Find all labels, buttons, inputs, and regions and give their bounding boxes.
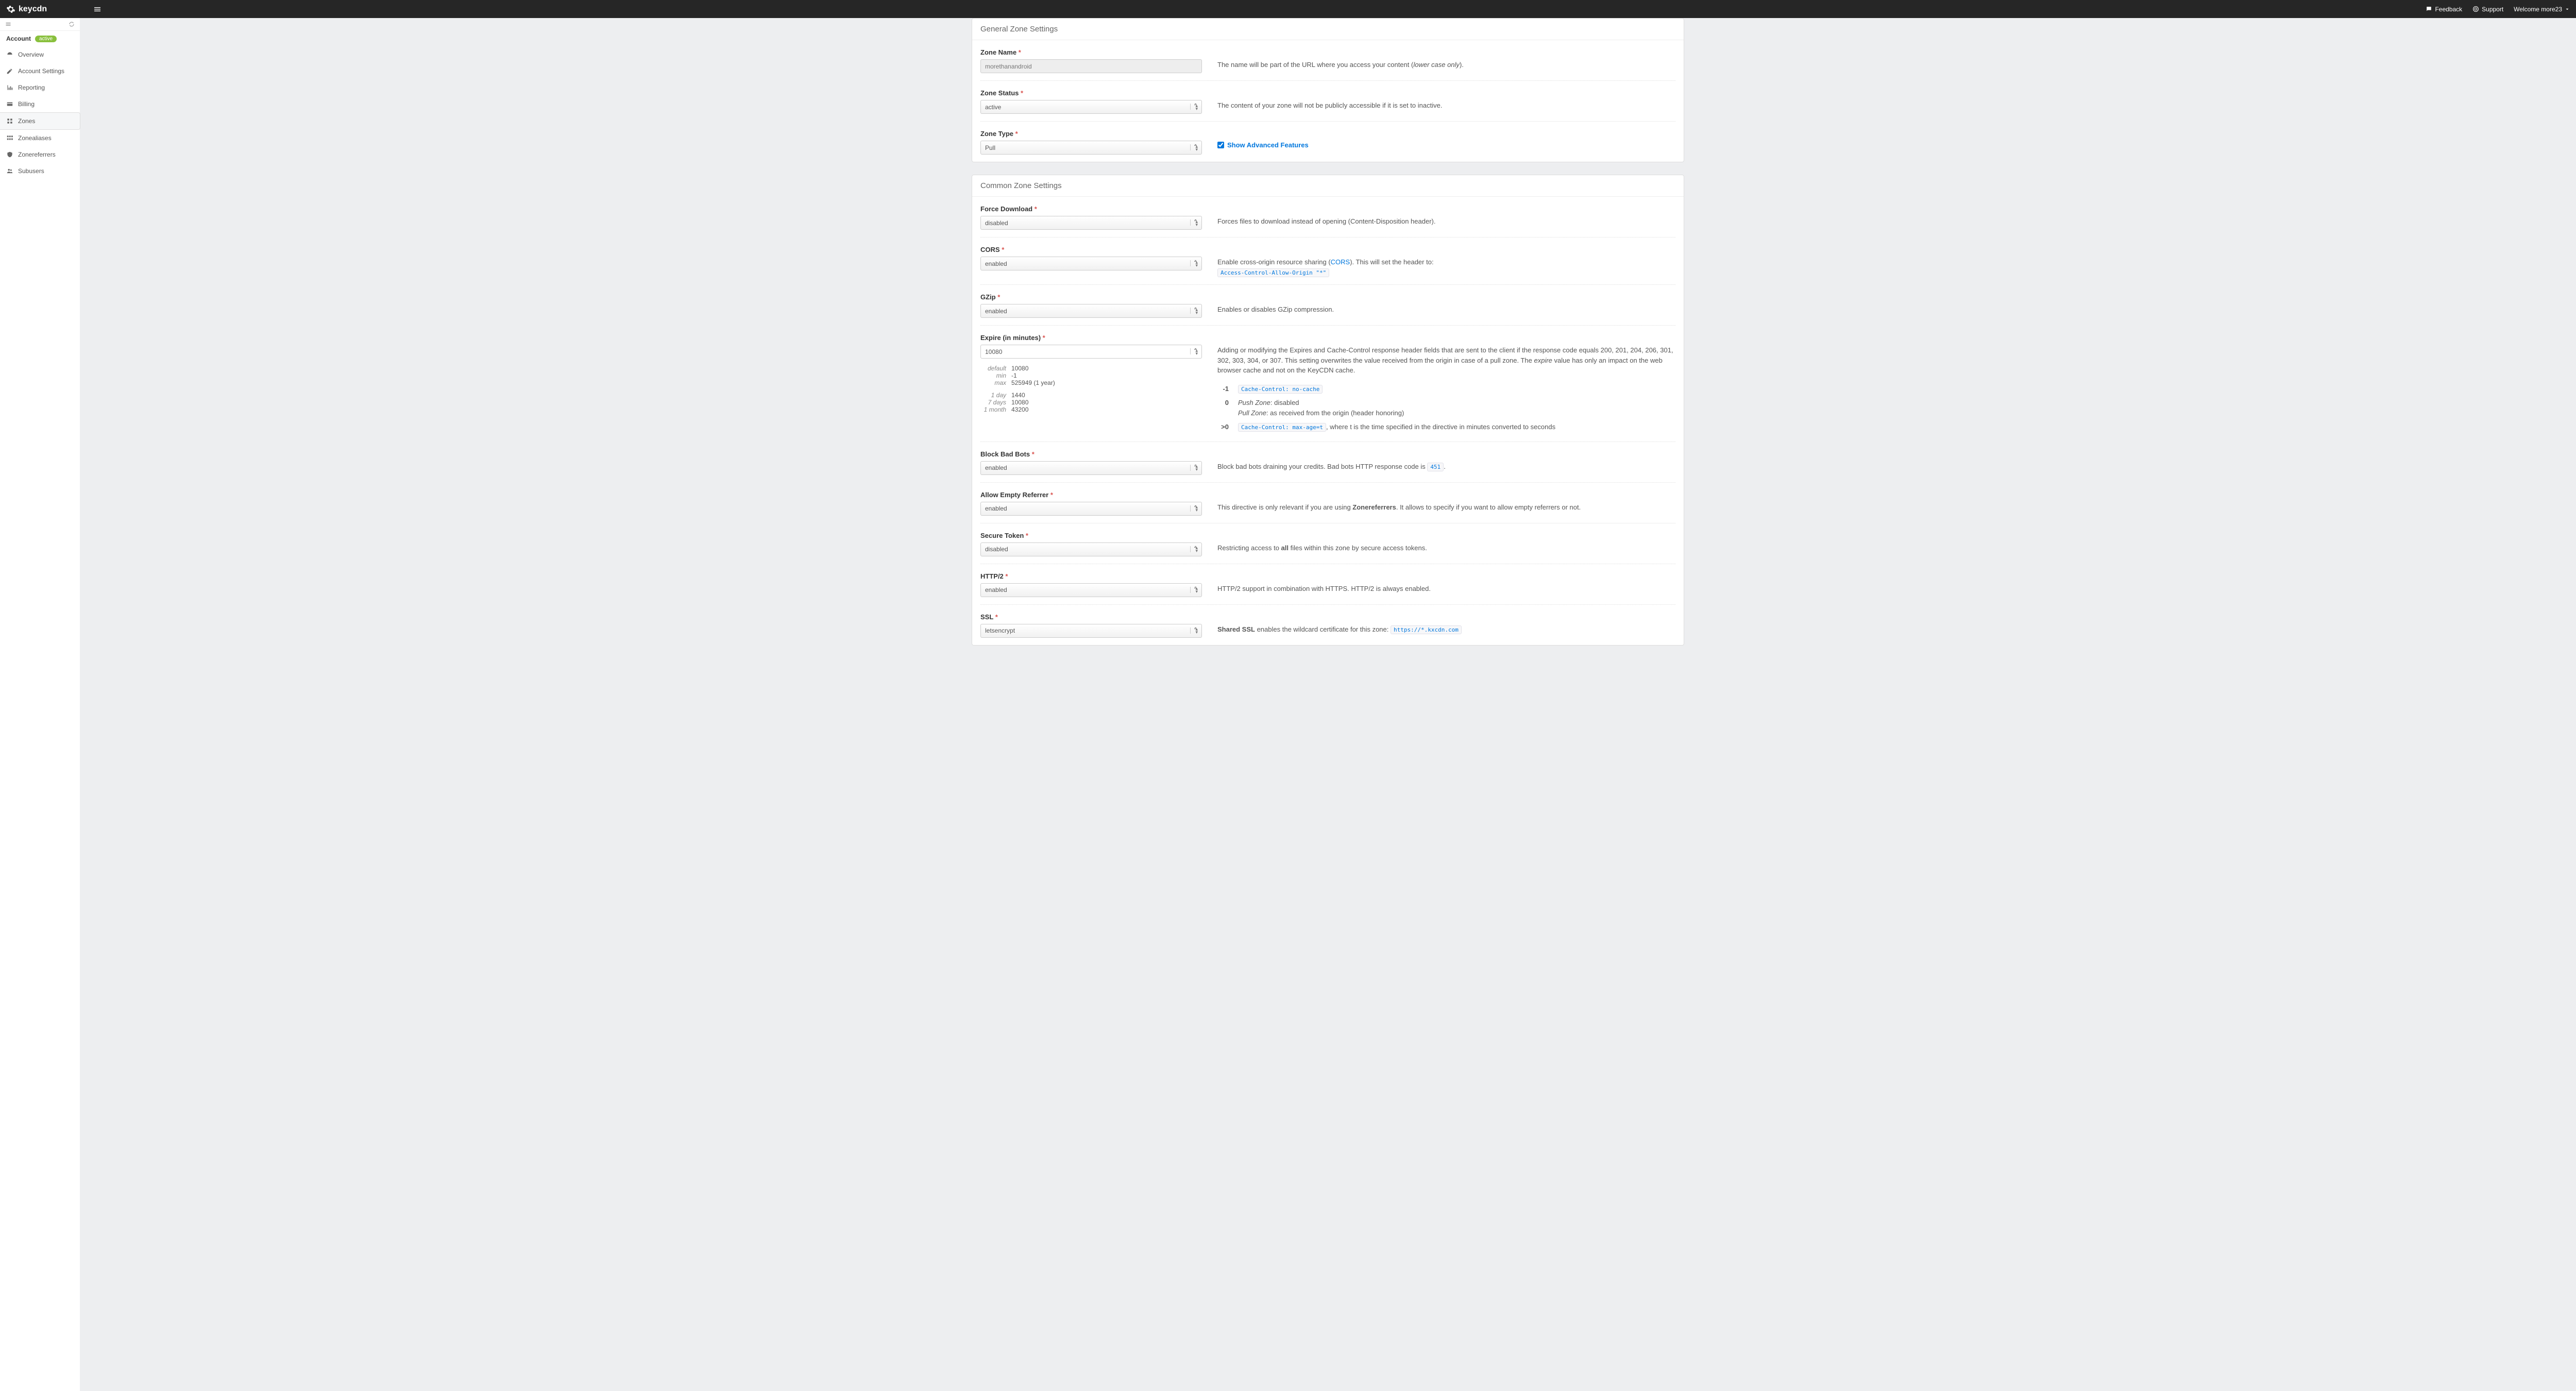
common-heading: Common Zone Settings [972,175,1684,197]
cors-code: Access-Control-Allow-Origin "*" [1217,268,1329,277]
expire-row: Expire (in minutes) * ▴▾ default10080 mi… [980,331,1675,442]
shield-icon [6,151,13,158]
zone-status-row: Zone Status * active ▴▾ The content of y… [980,86,1675,122]
menu-toggle-top[interactable] [93,5,101,13]
gzip-row: GZip * enabled▴▾ Enables or disables GZi… [980,290,1675,326]
sidebar-account-header: Account active [0,31,80,46]
zone-status-help: The content of your zone will not be pub… [1202,89,1675,114]
feedback-link[interactable]: Feedback [2426,6,2462,13]
expire-meta-table: default10080 min-1 max525949 (1 year) 1 … [980,365,1202,413]
brand-text: keycdn [19,5,47,14]
block-bad-bots-row: Block Bad Bots * enabled▴▾ Block bad bot… [980,447,1675,483]
zone-name-help: The name will be part of the URL where y… [1202,48,1675,73]
show-advanced-label[interactable]: Show Advanced Features [1227,140,1309,150]
user-menu[interactable]: Welcome more23 [2514,6,2570,13]
sidebar-item-zonealiases[interactable]: Zonealiases [0,130,80,146]
dashboard-icon [6,51,13,58]
credit-card-icon [6,100,13,108]
select-arrows-icon: ▴▾ [1195,145,1198,151]
show-advanced-checkbox[interactable] [1217,142,1224,148]
comment-icon [2426,6,2432,12]
users-icon [6,167,13,175]
topbar: keycdn Feedback Support Welcome more23 [0,0,2576,18]
ssl-select[interactable]: letsencrypt [980,624,1202,638]
sidebar-item-subusers[interactable]: Subusers [0,163,80,179]
sidebar-item-zonereferrers[interactable]: Zonereferrers [0,146,80,163]
cors-select[interactable]: enabled [980,257,1202,270]
allow-empty-referrer-select[interactable]: enabled [980,502,1202,516]
stepper-icon[interactable]: ▴▾ [1195,349,1198,355]
zone-type-select[interactable]: Pull [980,141,1202,155]
http2-select[interactable]: enabled [980,583,1202,597]
brand-logo[interactable]: keycdn [6,5,47,14]
cors-row: CORS * enabled▴▾ Enable cross-origin res… [980,243,1675,285]
sidebar-item-overview[interactable]: Overview [0,46,80,63]
select-arrows-icon: ▴▾ [1195,104,1198,110]
sidebar: Account active Overview Account Settings… [0,18,80,1391]
support-link[interactable]: Support [2472,6,2503,13]
zone-status-select[interactable]: active [980,100,1202,114]
chevron-down-icon [2565,7,2570,12]
sidebar-item-zones[interactable]: Zones [0,112,80,130]
common-zone-settings-panel: Common Zone Settings Force Download * di… [972,175,1684,646]
sidebar-item-reporting[interactable]: Reporting [0,79,80,96]
block-bad-bots-select[interactable]: enabled [980,461,1202,475]
chart-icon [6,84,13,91]
life-ring-icon [2472,6,2479,12]
sidebar-menu-icon[interactable] [5,21,11,27]
http2-row: HTTP/2 * enabled▴▾ HTTP/2 support in com… [980,569,1675,605]
allow-empty-referrer-row: Allow Empty Referrer * enabled▴▾ This di… [980,488,1675,523]
general-heading: General Zone Settings [972,19,1684,40]
general-zone-settings-panel: General Zone Settings Zone Name * The na… [972,18,1684,162]
zone-name-input [980,59,1202,73]
account-status-badge: active [35,36,57,42]
zone-name-label: Zone Name * [980,48,1202,56]
expire-directive-table: -1Cache-Control: no-cache 0Push Zone: di… [1217,382,1675,434]
zone-type-row: Zone Type * Pull ▴▾ Show Advanced Featur… [980,127,1675,162]
cors-link[interactable]: CORS [1331,258,1350,266]
secure-token-select[interactable]: disabled [980,542,1202,556]
sidebar-refresh-icon[interactable] [69,21,75,27]
grid-icon [6,134,13,142]
gear-icon [6,5,15,14]
zone-name-row: Zone Name * The name will be part of the… [980,45,1675,81]
expire-input[interactable] [980,345,1202,359]
grid-icon [6,117,13,125]
zone-status-label: Zone Status * [980,89,1202,97]
force-download-row: Force Download * disabled▴▾ Forces files… [980,202,1675,238]
ssl-row: SSL * letsencrypt▴▾ Shared SSL enables t… [980,610,1675,645]
edit-icon [6,67,13,75]
sidebar-item-account-settings[interactable]: Account Settings [0,63,80,79]
secure-token-row: Secure Token * disabled▴▾ Restricting ac… [980,529,1675,564]
force-download-select[interactable]: disabled [980,216,1202,230]
zone-type-label: Zone Type * [980,130,1202,138]
sidebar-item-billing[interactable]: Billing [0,96,80,112]
main-content: General Zone Settings Zone Name * The na… [80,18,2576,1391]
gzip-select[interactable]: enabled [980,304,1202,318]
